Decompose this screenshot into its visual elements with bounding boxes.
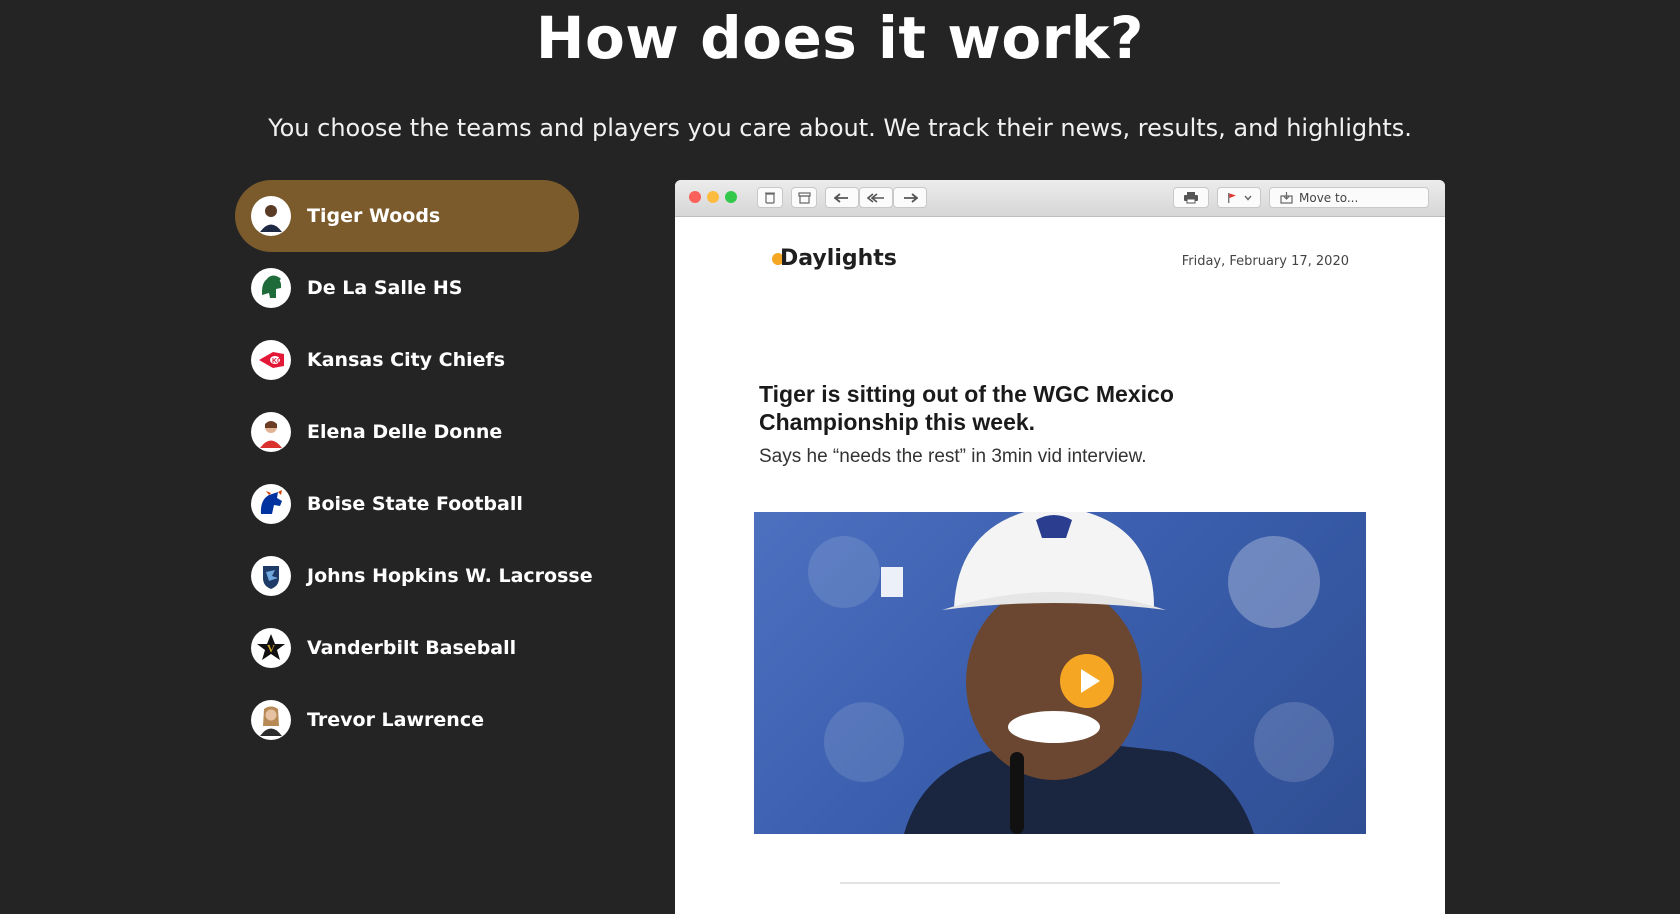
star-v-icon: V — [251, 628, 291, 668]
team-list: Tiger Woods De La Salle HS KC Kansas Cit… — [235, 180, 593, 756]
bronco-icon — [251, 484, 291, 524]
email-window: Move to... Daylights Friday, February 17… — [675, 180, 1445, 914]
forward-icon — [904, 192, 918, 203]
email-subline: Says he “needs the rest” in 3min vid int… — [759, 446, 1147, 467]
reply-button[interactable] — [825, 187, 859, 208]
sidebar-item-label: Boise State Football — [307, 493, 523, 515]
sidebar-item-boise-state-football[interactable]: Boise State Football — [235, 468, 579, 540]
flag-icon — [1228, 192, 1236, 203]
flag-button[interactable] — [1217, 187, 1261, 208]
zoom-window-button[interactable] — [725, 191, 737, 203]
sidebar-item-johns-hopkins-w-lacrosse[interactable]: Johns Hopkins W. Lacrosse — [235, 540, 593, 612]
email-headline: Tiger is sitting out of the WGC Mexico C… — [759, 381, 1174, 435]
archive-icon — [797, 191, 811, 204]
reply-all-icon — [867, 192, 884, 203]
reply-icon — [834, 192, 848, 203]
player-avatar-icon — [251, 700, 291, 740]
svg-text:KC: KC — [272, 358, 282, 365]
section-divider — [840, 882, 1280, 884]
brand-name: Daylights — [780, 246, 897, 271]
svg-text:V: V — [267, 643, 275, 655]
blue-jay-icon — [251, 556, 291, 596]
video-thumbnail[interactable] — [754, 512, 1366, 834]
sidebar-item-de-la-salle-hs[interactable]: De La Salle HS — [235, 252, 579, 324]
page-subtitle: You choose the teams and players you car… — [268, 114, 1412, 142]
sidebar-item-tiger-woods[interactable]: Tiger Woods — [235, 180, 579, 252]
daylights-logo: Daylights — [772, 246, 897, 271]
sidebar-item-vanderbilt-baseball[interactable]: V Vanderbilt Baseball — [235, 612, 579, 684]
golfer-avatar-icon — [251, 196, 291, 236]
reply-all-button[interactable] — [859, 187, 893, 208]
print-button[interactable] — [1173, 187, 1209, 208]
page-title: How does it work? — [535, 4, 1145, 72]
move-to-button[interactable]: Move to... — [1269, 187, 1429, 208]
sidebar-item-kansas-city-chiefs[interactable]: KC Kansas City Chiefs — [235, 324, 579, 396]
printer-icon — [1184, 192, 1198, 204]
move-to-icon — [1280, 191, 1293, 204]
email-date: Friday, February 17, 2020 — [1181, 254, 1349, 269]
sidebar-item-trevor-lawrence[interactable]: Trevor Lawrence — [235, 684, 579, 756]
close-window-button[interactable] — [689, 191, 701, 203]
sidebar-item-label: Vanderbilt Baseball — [307, 637, 517, 659]
play-icon — [1060, 654, 1114, 708]
sidebar-item-label: Kansas City Chiefs — [307, 349, 506, 371]
archive-button[interactable] — [791, 187, 817, 208]
minimize-window-button[interactable] — [707, 191, 719, 203]
chiefs-arrowhead-icon: KC — [251, 340, 291, 380]
sidebar-item-label: Johns Hopkins W. Lacrosse — [307, 565, 593, 587]
sidebar-item-label: Trevor Lawrence — [307, 709, 484, 731]
sidebar-item-label: Elena Delle Donne — [307, 421, 503, 443]
chevron-down-icon — [1244, 195, 1252, 201]
player-avatar-icon — [251, 412, 291, 452]
mail-toolbar: Move to... — [675, 180, 1445, 217]
sidebar-item-label: Tiger Woods — [307, 205, 441, 227]
forward-button[interactable] — [893, 187, 927, 208]
spartan-helmet-icon — [251, 268, 291, 308]
sidebar-item-elena-delle-donne[interactable]: Elena Delle Donne — [235, 396, 579, 468]
move-to-label: Move to... — [1299, 190, 1359, 205]
trash-icon — [765, 192, 775, 204]
delete-button[interactable] — [757, 187, 783, 208]
sidebar-item-label: De La Salle HS — [307, 277, 463, 299]
